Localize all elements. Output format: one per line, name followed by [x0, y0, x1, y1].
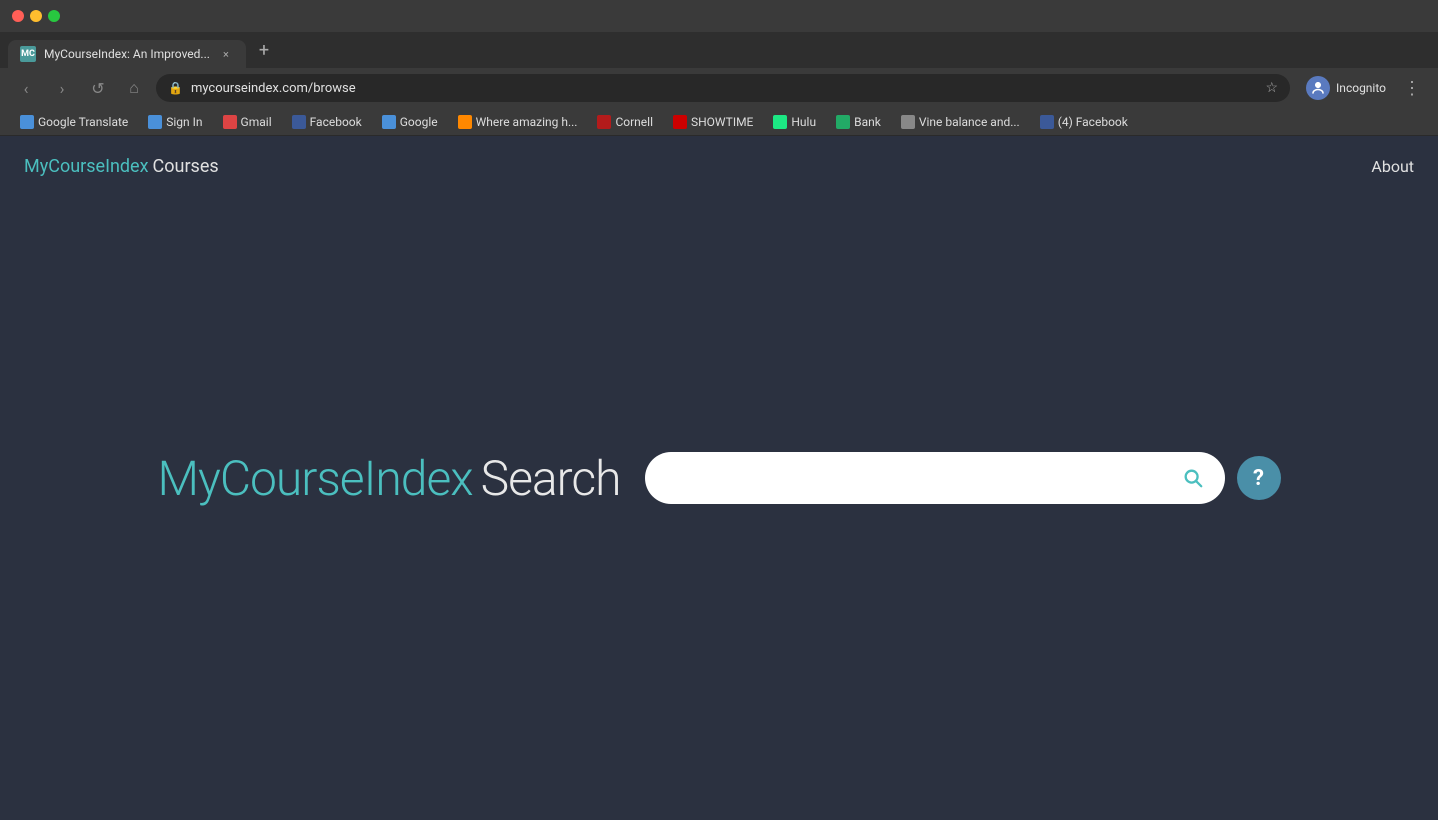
bookmark-favicon	[20, 115, 34, 129]
bookmark-item[interactable]: Google Translate	[12, 113, 136, 131]
bookmark-label: Cornell	[615, 115, 653, 129]
nav-brand-name[interactable]: MyCourseIndex	[24, 156, 149, 177]
bookmark-item[interactable]: Google	[374, 113, 446, 131]
bookmarks-bar: Google Translate Sign In Gmail Facebook Goog…	[0, 108, 1438, 136]
bookmark-item[interactable]: (4) Facebook	[1032, 113, 1136, 131]
star-icon[interactable]: ☆	[1265, 80, 1278, 96]
bookmark-item[interactable]: Cornell	[589, 113, 661, 131]
title-bar	[0, 0, 1438, 32]
search-container: ?	[645, 452, 1281, 504]
close-traffic-light[interactable]	[12, 10, 24, 22]
bookmark-item[interactable]: Hulu	[765, 113, 824, 131]
hero-row: MyCourseIndex Search ?	[157, 450, 1280, 507]
profile-icon	[1306, 76, 1330, 100]
forward-button[interactable]: ›	[48, 74, 76, 102]
help-icon: ?	[1253, 466, 1264, 491]
hero-search-label: Search	[481, 450, 621, 507]
reload-button[interactable]: ↺	[84, 74, 112, 102]
hero-section: MyCourseIndex Search ?	[0, 196, 1438, 820]
bookmark-label: Facebook	[310, 115, 362, 129]
bookmark-label: Google Translate	[38, 115, 128, 129]
lock-icon: 🔒	[168, 81, 183, 95]
active-tab[interactable]: MC MyCourseIndex: An Improved... ×	[8, 40, 246, 68]
bookmark-item[interactable]: Gmail	[215, 113, 280, 131]
bookmark-favicon	[223, 115, 237, 129]
bookmark-label: (4) Facebook	[1058, 115, 1128, 129]
bookmark-item[interactable]: SHOWTIME	[665, 113, 761, 131]
hero-title: MyCourseIndex Search	[157, 450, 620, 507]
bookmark-label: SHOWTIME	[691, 115, 753, 129]
bookmark-favicon	[836, 115, 850, 129]
profile-label: Incognito	[1336, 81, 1386, 95]
app-nav: MyCourseIndex Courses About	[0, 136, 1438, 196]
tab-close-button[interactable]: ×	[218, 46, 234, 62]
nav-brand-courses[interactable]: Courses	[153, 156, 219, 177]
bookmark-item[interactable]: Bank	[828, 113, 889, 131]
bookmark-label: Hulu	[791, 115, 816, 129]
help-button[interactable]: ?	[1237, 456, 1281, 500]
bookmark-label: Sign In	[166, 115, 202, 129]
traffic-lights	[12, 10, 60, 22]
bookmark-favicon	[901, 115, 915, 129]
bookmark-label: Vine balance and...	[919, 115, 1020, 129]
bookmark-label: Google	[400, 115, 438, 129]
nav-about-link[interactable]: About	[1371, 157, 1414, 176]
search-button[interactable]	[1177, 462, 1209, 494]
profile-button[interactable]: Incognito	[1298, 72, 1394, 104]
maximize-traffic-light[interactable]	[48, 10, 60, 22]
search-input-wrapper[interactable]	[645, 452, 1225, 504]
address-bar-row: ‹ › ↺ ⌂ 🔒 mycourseindex.com/browse ☆ Inc…	[0, 68, 1438, 108]
bookmark-label: Bank	[854, 115, 881, 129]
url-text: mycourseindex.com/browse	[191, 81, 1258, 96]
tab-title: MyCourseIndex: An Improved...	[44, 47, 210, 61]
bookmark-label: Where amazing h...	[476, 115, 578, 129]
search-input[interactable]	[665, 469, 1169, 487]
nav-brand: MyCourseIndex Courses	[24, 156, 219, 177]
bookmark-favicon	[673, 115, 687, 129]
address-bar[interactable]: 🔒 mycourseindex.com/browse ☆	[156, 74, 1290, 102]
bookmark-favicon	[148, 115, 162, 129]
home-button[interactable]: ⌂	[120, 74, 148, 102]
bookmark-label: Gmail	[241, 115, 272, 129]
bookmark-favicon	[1040, 115, 1054, 129]
bookmark-favicon	[773, 115, 787, 129]
minimize-traffic-light[interactable]	[30, 10, 42, 22]
bookmark-item[interactable]: Where amazing h...	[450, 113, 586, 131]
browser-chrome: MC MyCourseIndex: An Improved... × + ‹ ›…	[0, 0, 1438, 136]
browser-menu-button[interactable]: ⋮	[1398, 74, 1426, 102]
bookmark-item[interactable]: Facebook	[284, 113, 370, 131]
hero-brand-name: MyCourseIndex	[157, 450, 472, 507]
tab-favicon: MC	[20, 46, 36, 62]
app-content: MyCourseIndex Courses About MyCourseInde…	[0, 136, 1438, 820]
tab-bar: MC MyCourseIndex: An Improved... × +	[0, 32, 1438, 68]
bookmark-favicon	[458, 115, 472, 129]
back-button[interactable]: ‹	[12, 74, 40, 102]
bookmark-favicon	[292, 115, 306, 129]
new-tab-button[interactable]: +	[250, 36, 278, 64]
bookmark-favicon	[382, 115, 396, 129]
bookmark-item[interactable]: Vine balance and...	[893, 113, 1028, 131]
bookmark-favicon	[597, 115, 611, 129]
browser-actions: Incognito ⋮	[1298, 72, 1426, 104]
bookmark-item[interactable]: Sign In	[140, 113, 210, 131]
